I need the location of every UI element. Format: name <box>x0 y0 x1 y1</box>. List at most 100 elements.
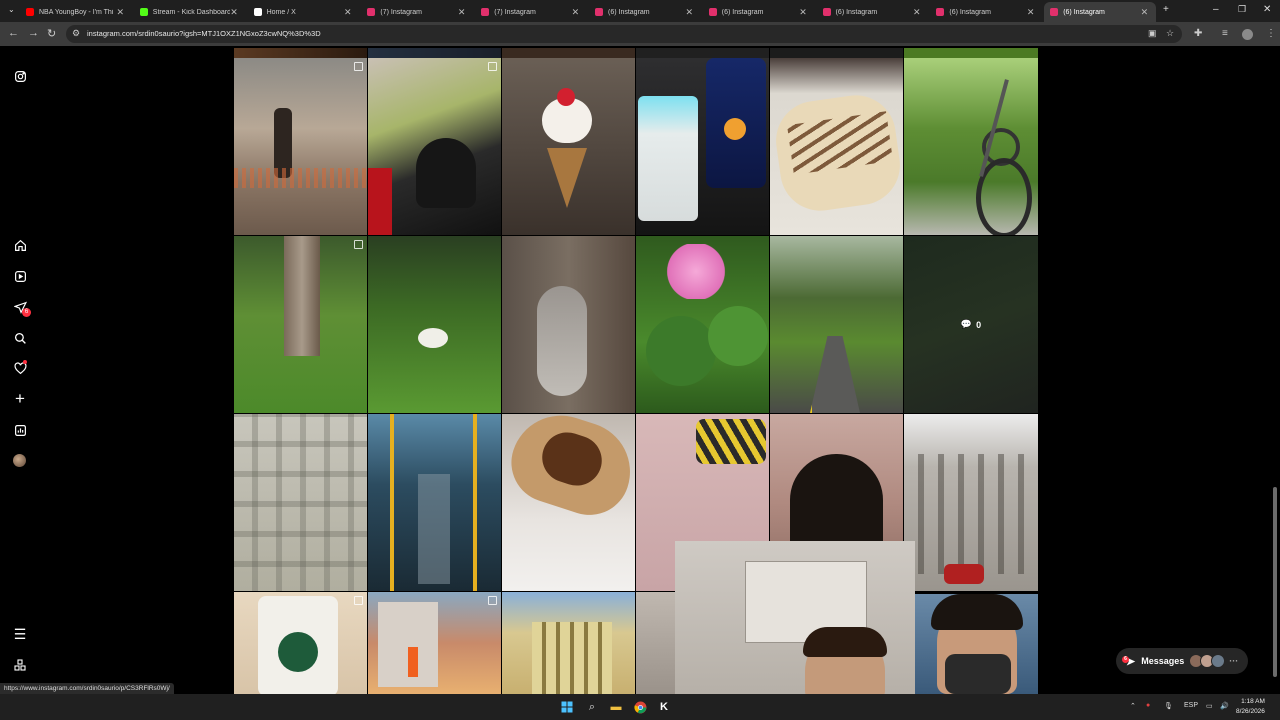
post-thumbnail[interactable] <box>502 236 635 413</box>
instagram-icon <box>822 8 831 16</box>
tab-close-icon[interactable]: ✕ <box>685 7 693 18</box>
page-scrollbar[interactable] <box>1273 487 1277 677</box>
profile-avatar[interactable] <box>1242 29 1253 40</box>
notification-badge: 6 <box>22 308 31 317</box>
minimize-button[interactable]: – <box>1213 4 1219 15</box>
post-thumbnail[interactable] <box>502 58 635 235</box>
taskbar-search-icon[interactable]: ⌕ <box>584 699 600 715</box>
instagram-icon <box>367 8 376 16</box>
volume-icon[interactable]: 🔊 <box>1220 702 1229 710</box>
browser-tab[interactable]: Stream - Kick Dashboard ✕ <box>134 2 246 22</box>
tab-close-icon[interactable]: ✕ <box>913 7 921 18</box>
post-thumbnail[interactable] <box>904 48 1038 58</box>
post-thumbnail[interactable] <box>368 414 501 591</box>
post-thumbnail[interactable] <box>502 48 635 58</box>
post-thumbnail[interactable] <box>502 592 635 694</box>
address-bar[interactable]: ⚙ instagram.com/srdin0saurio?igsh=MTJ1OX… <box>66 25 1182 43</box>
network-icon[interactable]: ▭ <box>1206 702 1213 710</box>
webcam-overlay-guest <box>915 594 1038 694</box>
post-thumbnail[interactable] <box>904 414 1038 591</box>
browser-tab[interactable]: (6) Instagram ✕ <box>1044 2 1157 22</box>
tab-close-icon[interactable]: ✕ <box>1027 7 1035 18</box>
tab-close-icon[interactable]: ✕ <box>458 7 466 18</box>
home-icon[interactable] <box>12 237 28 253</box>
tab-close-icon[interactable]: ✕ <box>1141 7 1149 18</box>
create-plus-icon[interactable]: + <box>12 389 28 408</box>
browser-tab[interactable]: (7) Instagram ✕ <box>361 2 473 22</box>
post-thumbnail[interactable] <box>904 58 1038 235</box>
microphone-icon[interactable]: 🎙 <box>1164 702 1173 710</box>
system-clock[interactable]: 1:18 AM 8/26/2026 <box>1236 697 1265 717</box>
post-thumbnail[interactable] <box>368 236 501 413</box>
post-thumbnail[interactable] <box>636 236 769 413</box>
browser-tab[interactable]: (6) Instagram ✕ <box>817 2 929 22</box>
post-hover-overlay: 💬 0 <box>904 236 1038 413</box>
extensions-icon[interactable]: ✚ <box>1194 28 1202 39</box>
file-explorer-icon[interactable]: ▬ <box>608 699 624 715</box>
post-thumbnail[interactable] <box>636 48 769 58</box>
post-thumbnail[interactable] <box>234 592 367 694</box>
browser-tab[interactable]: NBA YoungBoy - I'm Thi ✕ <box>20 2 132 22</box>
post-thumbnail-hover[interactable]: 💬 0 <box>904 236 1038 413</box>
forward-icon[interactable]: → <box>28 27 39 39</box>
close-window-button[interactable]: ✕ <box>1263 4 1271 15</box>
tab-close-icon[interactable]: ✕ <box>116 7 124 18</box>
kick-app-icon[interactable]: K <box>656 699 672 715</box>
notifications-heart-icon[interactable] <box>12 360 28 376</box>
tab-close-icon[interactable]: ✕ <box>572 7 580 18</box>
language-indicator[interactable]: ESP <box>1184 702 1198 709</box>
new-tab-button[interactable]: + <box>1163 4 1169 15</box>
tab-close-icon[interactable]: ✕ <box>799 7 807 18</box>
post-thumbnail[interactable] <box>368 592 501 694</box>
start-windows-icon[interactable] <box>559 699 575 715</box>
post-thumbnail[interactable] <box>368 48 501 58</box>
post-thumbnail[interactable] <box>234 58 367 235</box>
cast-icon[interactable]: ▣ <box>1148 28 1157 39</box>
tab-label: NBA YoungBoy - I'm Thi <box>39 8 114 16</box>
tab-close-icon[interactable]: ✕ <box>230 7 238 18</box>
menu-kebab-icon[interactable]: ⋮ <box>1266 28 1276 39</box>
reels-icon[interactable] <box>12 268 28 284</box>
also-from-meta-icon[interactable] <box>12 657 28 673</box>
more-dots-icon[interactable]: ··· <box>1229 656 1238 666</box>
post-thumbnail[interactable] <box>234 236 367 413</box>
tab-close-icon[interactable]: ✕ <box>344 7 352 18</box>
tray-app-icon[interactable]: ● <box>1146 702 1150 709</box>
site-info-icon[interactable]: ⚙ <box>72 28 80 39</box>
reload-icon[interactable]: ↻ <box>47 27 56 40</box>
post-thumbnail[interactable] <box>368 58 501 235</box>
messages-label: Messages <box>1141 656 1185 666</box>
post-thumbnail[interactable] <box>770 58 903 235</box>
post-thumbnail[interactable] <box>636 58 769 235</box>
browser-tab[interactable]: (6) Instagram ✕ <box>589 2 701 22</box>
browser-tab[interactable]: Home / X ✕ <box>248 2 360 22</box>
tab-search-icon[interactable]: ⌄ <box>8 5 15 14</box>
post-thumbnail[interactable] <box>234 48 367 58</box>
post-thumbnail[interactable] <box>502 414 635 591</box>
dashboard-icon[interactable] <box>12 422 28 438</box>
instagram-logo-icon[interactable] <box>12 68 28 84</box>
notification-dot <box>23 360 27 364</box>
post-thumbnail[interactable] <box>770 48 903 58</box>
browser-tab[interactable]: (6) Instagram ✕ <box>703 2 815 22</box>
tray-overflow-icon[interactable]: ⌃ <box>1130 702 1136 710</box>
messages-button[interactable]: ➤ 6 Messages ··· <box>1116 648 1248 674</box>
post-thumbnail[interactable] <box>636 592 676 694</box>
browser-tab[interactable]: (6) Instagram ✕ <box>930 2 1042 22</box>
x-icon <box>253 8 262 16</box>
post-thumbnail[interactable] <box>234 414 367 591</box>
more-menu-icon[interactable]: ☰ <box>12 626 28 642</box>
back-icon[interactable]: ← <box>8 27 19 39</box>
chrome-icon[interactable] <box>632 699 648 715</box>
browser-tab[interactable]: (7) Instagram ✕ <box>475 2 587 22</box>
tab-label: (6) Instagram <box>721 8 764 16</box>
reading-list-icon[interactable]: ≡ <box>1222 28 1228 39</box>
url-text[interactable]: instagram.com/srdin0saurio?igsh=MTJ1OXZ1… <box>87 29 321 38</box>
tab-label: Home / X <box>266 8 296 16</box>
profile-avatar-nav[interactable] <box>13 454 26 467</box>
bookmark-star-icon[interactable]: ☆ <box>1166 28 1174 39</box>
instagram-icon <box>1050 8 1059 16</box>
post-thumbnail[interactable] <box>770 236 903 413</box>
restore-button[interactable]: ❐ <box>1238 4 1246 15</box>
search-icon[interactable] <box>12 330 28 346</box>
